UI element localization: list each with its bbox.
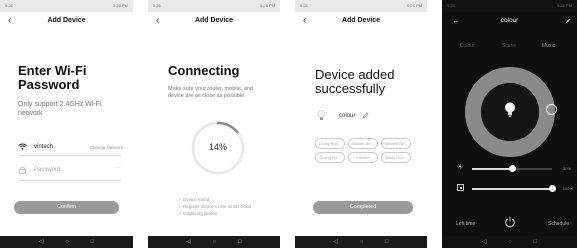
edit-pencil-icon[interactable] (565, 18, 571, 24)
back-arrow-icon[interactable]: ‹ (8, 13, 11, 28)
back-arrow-icon[interactable]: ‹ (303, 13, 306, 28)
brightness-slider-knob[interactable] (508, 165, 516, 172)
heading: Connecting (168, 63, 240, 78)
page-title: Add Device (47, 17, 86, 24)
device-name: colour (339, 113, 356, 119)
room-chip[interactable]: Living Roo... (315, 138, 345, 149)
step-label: Initializing device (183, 211, 218, 216)
page-title: colour (500, 17, 519, 24)
system-nav-bar: ◁ ○ □ (0, 236, 133, 248)
status-time: 5:26 (153, 3, 161, 8)
divider (18, 155, 121, 156)
nav-recent-icon[interactable]: □ (238, 239, 242, 245)
nav-back-icon[interactable]: ◁ (39, 239, 44, 245)
header: ← colour (442, 14, 577, 28)
progress-percent: 14% (208, 142, 227, 152)
room-chip[interactable]: Master Be... (348, 138, 378, 149)
bulb-icon (317, 110, 326, 120)
status-time: 5:26 (5, 3, 13, 8)
brightness-track[interactable] (472, 165, 552, 172)
bulb-control-screen: 5:26 5:26 PM ← colour Colour Scene Music … (442, 0, 577, 248)
nav-home-icon[interactable]: ○ (360, 239, 364, 245)
status-bar: 5:26 5:26 PM (295, 0, 427, 12)
page-title: Add Device (341, 17, 381, 24)
nav-home-icon[interactable]: ○ (213, 239, 217, 245)
nav-home-icon[interactable]: ○ (65, 239, 69, 245)
bulb-icon[interactable] (504, 102, 516, 118)
room-chip[interactable]: Dining Ro... (315, 152, 345, 163)
connecting-note: Make sure your router, mobile, and devic… (168, 86, 253, 99)
step-label: Register device to the smart cloud (183, 204, 252, 209)
schedule-button[interactable]: Schedule (548, 221, 569, 227)
nav-back-icon[interactable]: ◁ (186, 239, 191, 245)
nav-home-icon[interactable]: ○ (508, 239, 512, 245)
status-time: 5:26 (300, 3, 308, 8)
status-time: 5:26 (447, 3, 455, 8)
tab-colour[interactable]: Colour (460, 43, 475, 49)
status-bar: 5:26 5:26 PM (148, 0, 280, 12)
wifi-note: Only support 2.4GHz Wi-Fi network (18, 101, 102, 117)
room-chip[interactable]: Study Roo... (381, 152, 411, 163)
system-nav-bar: ◁ ○ □ (442, 236, 577, 248)
temperature-percent: 100% (562, 186, 573, 191)
temperature-track[interactable] (472, 185, 556, 192)
wifi-icon (18, 143, 27, 150)
system-nav-bar: ◁ ○ □ (295, 236, 427, 248)
status-right: 5:26 PM (260, 3, 275, 8)
ring-handle[interactable] (546, 104, 557, 115)
temperature-fill (472, 188, 552, 190)
step-label: Device found (183, 197, 210, 202)
status-right: 5:26 PM (407, 3, 422, 8)
header: ‹ Add Device (295, 13, 427, 29)
heading-line1: Enter Wi-Fi (18, 63, 87, 78)
power-icon[interactable] (504, 216, 516, 228)
password-input[interactable]: Password (34, 167, 60, 173)
status-bar: 5:26 5:26 PM (442, 0, 577, 12)
confirm-button[interactable]: Confirm (14, 201, 119, 214)
header: ‹ Add Device (148, 13, 280, 29)
back-arrow-icon[interactable]: ‹ (156, 13, 159, 28)
change-network-link[interactable]: Change Network (89, 145, 123, 150)
status-right: 5:26 PM (113, 3, 128, 8)
brightness-percent: 50% (562, 166, 571, 171)
status-bar: 5:26 5:26 PM (0, 0, 133, 12)
back-arrow-icon[interactable]: ← (452, 14, 460, 28)
tab-music[interactable]: Music (542, 43, 555, 49)
step-item: ✓ Initializing device (178, 211, 218, 216)
step-item: ✓ Register device to the smart cloud (178, 204, 252, 209)
page-title: Add Device (194, 17, 234, 24)
wifi-password-screen: 5:26 5:26 PM ‹ Add Device Enter Wi-Fi Pas… (0, 0, 133, 248)
device-added-screen: 5:26 5:26 PM ‹ Add Device Device added su… (295, 0, 427, 248)
completed-button[interactable]: Completed (313, 201, 413, 214)
brightness-fill (472, 168, 512, 170)
brightness-icon: ☀ (457, 164, 464, 171)
room-chip[interactable]: Second Be... (381, 138, 411, 149)
header: ‹ Add Device (0, 13, 133, 29)
heading-line1: Device added (315, 67, 395, 82)
heading-line2: successfully (315, 81, 386, 96)
connecting-screen: 5:26 5:26 PM ‹ Add Device Connecting Make… (148, 0, 280, 248)
nav-recent-icon[interactable]: □ (90, 239, 94, 245)
status-right: 5:26 PM (557, 3, 572, 8)
room-chip[interactable]: Kitchen (348, 152, 378, 163)
system-nav-bar: ◁ ○ □ (148, 236, 280, 248)
heading-line2: Password (18, 77, 80, 92)
password-visibility-icon[interactable]: ··· (115, 165, 121, 171)
divider (18, 180, 121, 181)
tab-scene[interactable]: Scene (502, 43, 516, 49)
color-temperature-icon (457, 184, 464, 191)
left-time-button[interactable]: Left time (456, 221, 475, 227)
lock-icon (19, 166, 26, 174)
wifi-name: vintech (34, 144, 54, 150)
nav-recent-icon[interactable]: □ (533, 239, 537, 245)
edit-pencil-icon[interactable] (362, 112, 369, 119)
nav-recent-icon[interactable]: □ (385, 239, 389, 245)
nav-back-icon[interactable]: ◁ (333, 239, 338, 245)
nav-back-icon[interactable]: ◁ (482, 239, 487, 245)
step-item: ✓ Device found (178, 197, 210, 202)
temperature-slider-knob[interactable] (548, 185, 556, 192)
